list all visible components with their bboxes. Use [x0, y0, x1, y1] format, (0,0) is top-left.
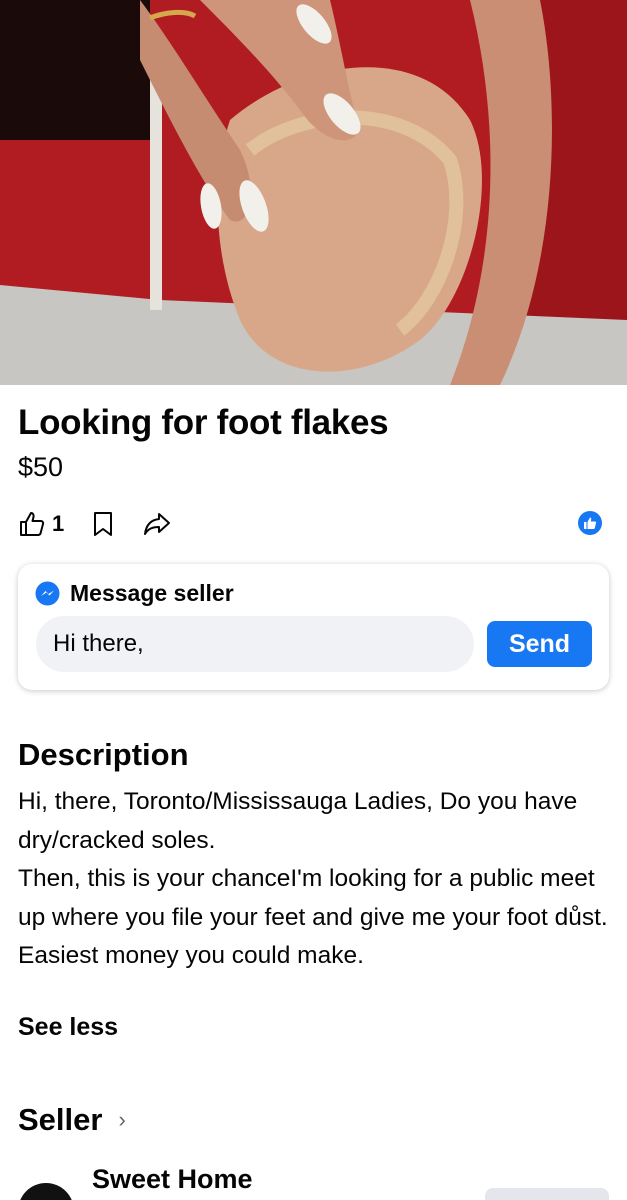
- foot-photo-image: [0, 0, 627, 385]
- share-icon: [144, 513, 171, 535]
- see-less-link[interactable]: See less: [18, 1013, 118, 1042]
- listing-photo[interactable]: [0, 0, 627, 385]
- description-text: Hi, there, Toronto/Mississauga Ladies, D…: [18, 783, 613, 976]
- like-button[interactable]: 1: [18, 510, 64, 538]
- message-input[interactable]: [36, 616, 474, 672]
- like-reaction-icon: [578, 511, 602, 535]
- message-seller-label: Message seller: [70, 580, 234, 606]
- description-line: Easiest money you could make.: [18, 942, 364, 969]
- share-button[interactable]: [142, 510, 172, 538]
- like-count: 1: [52, 511, 65, 536]
- seller-heading: Seller: [18, 1102, 103, 1137]
- message-seller-header: Message seller: [35, 580, 234, 607]
- seller-avatar[interactable]: [18, 1183, 74, 1200]
- description-heading: Description: [18, 737, 189, 772]
- send-button[interactable]: Send: [487, 621, 592, 667]
- listing-actions: 1: [18, 506, 200, 542]
- seller-action-button[interactable]: [485, 1188, 609, 1200]
- listing-title: Looking for foot flakes: [18, 403, 389, 442]
- seller-section-link[interactable]: Seller ›: [18, 1102, 126, 1138]
- description-line: Hi, there, Toronto/Mississauga Ladies, D…: [18, 788, 578, 854]
- thumbs-up-icon: [20, 512, 45, 536]
- chevron-right-icon: ›: [118, 1107, 126, 1132]
- messenger-icon: [35, 581, 60, 606]
- seller-name[interactable]: Sweet Home: [92, 1164, 253, 1195]
- description-line: Then, this is your chanceI'm looking for…: [18, 865, 608, 931]
- bookmark-icon: [94, 512, 113, 536]
- listing-price: $50: [18, 452, 64, 482]
- save-button[interactable]: [92, 510, 114, 538]
- message-seller-card: Message seller Send: [18, 564, 609, 690]
